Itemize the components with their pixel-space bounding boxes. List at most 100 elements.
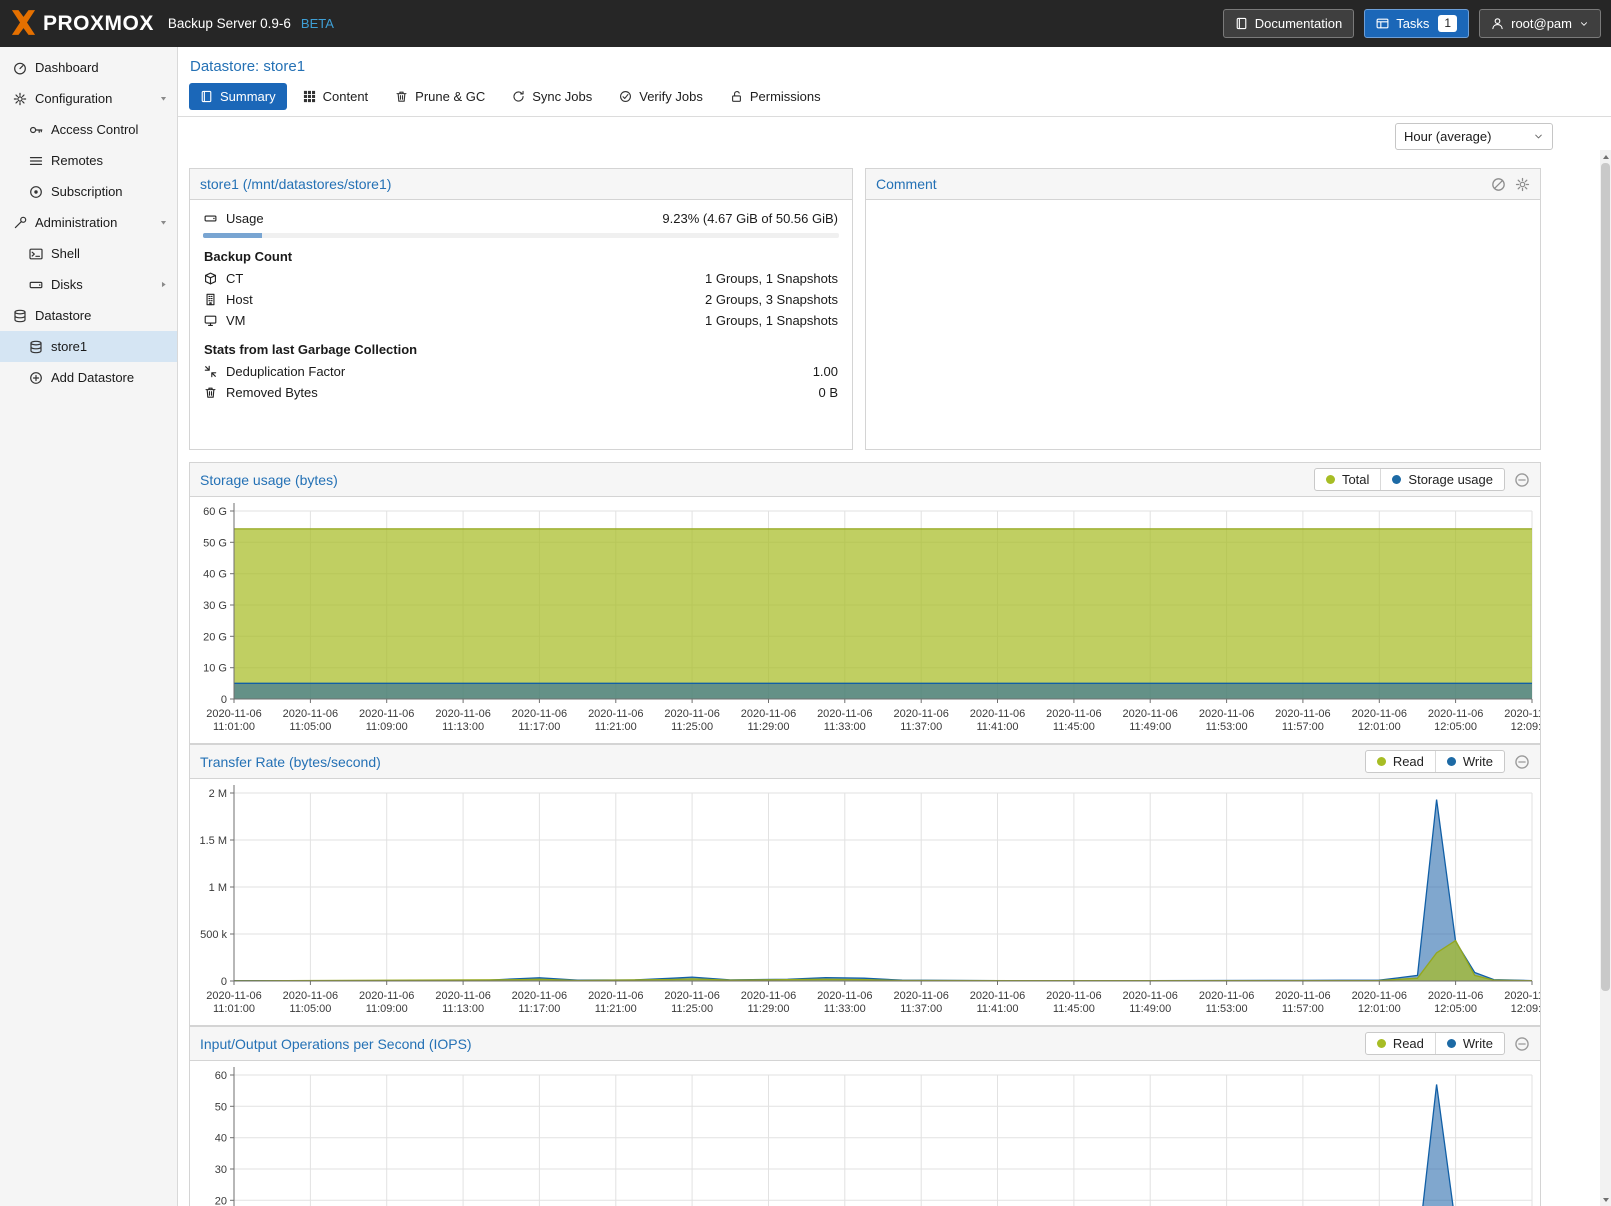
timeframe-select[interactable]: Hour (average) [1395,123,1553,150]
tab-summary[interactable]: Summary [189,83,287,110]
chevron-right-icon[interactable] [159,277,168,292]
usage-progress-fill [203,233,262,238]
svg-text:2020-11-06: 2020-11-06 [588,708,643,720]
svg-text:2020-11-06: 2020-11-06 [970,990,1025,1002]
collapse-icon[interactable] [1514,754,1530,770]
datastore-summary-panel: store1 (/mnt/datastores/store1) Usage9.2… [189,168,853,450]
sidebar-item-subscription[interactable]: Subscription [0,176,177,207]
svg-text:11:49:00: 11:49:00 [1129,721,1171,733]
svg-text:10 G: 10 G [203,663,227,675]
stat-value: 1 Groups, 1 Snapshots [705,313,838,328]
tab-content[interactable]: Content [292,83,380,110]
datastore-summary-body: Usage9.23% (4.67 GiB of 50.56 GiB)Backup… [190,200,852,449]
book-icon [1235,17,1248,30]
stat-value: 2 Groups, 3 Snapshots [705,292,838,307]
svg-text:11:49:00: 11:49:00 [1129,1003,1171,1015]
svg-text:11:09:00: 11:09:00 [366,721,408,733]
sidebar-item-add-datastore[interactable]: Add Datastore [0,362,177,393]
datastore-summary-panel-header: store1 (/mnt/datastores/store1) [190,169,852,200]
legend-label: Total [1342,472,1369,487]
tab-permissions[interactable]: Permissions [719,83,832,110]
sidebar-item-administration[interactable]: Administration [0,207,177,238]
svg-text:2020-11-06: 2020-11-06 [817,990,872,1002]
legend-total[interactable]: Total [1315,469,1380,490]
svg-text:11:17:00: 11:17:00 [518,1003,560,1015]
gear-icon[interactable] [1515,177,1530,192]
svg-text:2020-11-06: 2020-11-06 [1275,708,1330,720]
tab-prune-gc[interactable]: Prune & GC [384,83,496,110]
svg-text:12:05:00: 12:05:00 [1434,1003,1477,1015]
iops-chart-panel: Input/Output Operations per Second (IOPS… [189,1026,1541,1206]
main-area: Datastore: store1 SummaryContentPrune & … [178,47,1611,1206]
tab-label: Verify Jobs [639,89,703,104]
sidebar-list: Dashboard Configuration Access ControlRemo… [0,52,177,393]
legend-label: Storage usage [1408,472,1493,487]
trash-icon [204,386,217,399]
svg-text:11:21:00: 11:21:00 [595,721,637,733]
storage-usage-chart: 010 G20 G30 G40 G50 G60 G2020-11-0611:01… [190,497,1540,743]
svg-text:2020-11-06: 2020-11-06 [1122,990,1177,1002]
scroll-down-arrow[interactable] [1600,1193,1611,1206]
legend-label: Read [1393,1036,1424,1051]
svg-text:2020-11-06: 2020-11-06 [893,990,948,1002]
wrench-icon [13,216,27,230]
summary-stat-row: Deduplication Factor1.00 [203,361,839,382]
svg-text:12:05:00: 12:05:00 [1434,721,1477,733]
sidebar-item-label: store1 [51,339,87,354]
slash-circle-icon[interactable] [1491,177,1506,192]
svg-text:12:01:00: 12:01:00 [1358,1003,1401,1015]
comment-body[interactable] [866,200,1540,449]
sidebar-item-access-control[interactable]: Access Control [0,114,177,145]
scrollbar-thumb[interactable] [1601,163,1610,991]
legend-read[interactable]: Read [1366,1033,1435,1054]
summary-stat-row: Usage9.23% (4.67 GiB of 50.56 GiB) [203,208,839,229]
legend-dot [1447,757,1456,766]
chevron-down-icon[interactable] [159,91,168,106]
comment-panel-header: Comment [866,169,1540,200]
svg-text:30: 30 [215,1164,227,1176]
svg-text:11:33:00: 11:33:00 [824,721,866,733]
tasks-button[interactable]: Tasks 1 [1364,9,1469,38]
svg-text:0: 0 [221,976,227,988]
sidebar-item-configuration[interactable]: Configuration [0,83,177,114]
user-label: root@pam [1511,16,1572,31]
scroll-up-arrow[interactable] [1600,150,1611,163]
sidebar-item-datastore[interactable]: Datastore [0,300,177,331]
svg-text:500 k: 500 k [200,929,227,941]
chevron-down-icon [1533,131,1544,142]
sidebar-item-remotes[interactable]: Remotes [0,145,177,176]
permissions-icon [730,90,743,103]
chevron-down-icon[interactable] [159,215,168,230]
timeframe-value: Hour (average) [1404,129,1533,144]
sidebar-item-store1[interactable]: store1 [0,331,177,362]
storage-usage-chart-panel: Storage usage (bytes) TotalStorage usage… [189,462,1541,744]
tab-label: Sync Jobs [532,89,592,104]
sidebar-item-shell[interactable]: Shell [0,238,177,269]
sidebar-item-disks[interactable]: Disks [0,269,177,300]
svg-text:2020-11-06: 2020-11-06 [1199,990,1254,1002]
sidebar-item-label: Subscription [51,184,123,199]
svg-text:2020-11-06: 2020-11-06 [1275,990,1330,1002]
svg-text:2020-11-06: 2020-11-06 [1504,990,1540,1002]
tab-sync-jobs[interactable]: Sync Jobs [501,83,603,110]
beta-link[interactable]: BETA [301,16,334,31]
tab-verify-jobs[interactable]: Verify Jobs [608,83,714,110]
collapse-icon[interactable] [1514,472,1530,488]
svg-text:11:41:00: 11:41:00 [976,1003,1018,1015]
chart-panel-header: Transfer Rate (bytes/second) ReadWrite [190,745,1540,779]
vertical-scrollbar[interactable] [1600,150,1611,1206]
sidebar-item-label: Configuration [35,91,112,106]
sidebar-item-dashboard[interactable]: Dashboard [0,52,177,83]
sidebar-item-label: Disks [51,277,83,292]
user-menu-button[interactable]: root@pam [1479,9,1601,38]
svg-text:11:53:00: 11:53:00 [1206,721,1248,733]
legend-write[interactable]: Write [1435,1033,1504,1054]
collapse-icon[interactable] [1514,1036,1530,1052]
legend-write[interactable]: Write [1435,751,1504,772]
legend-storage-usage[interactable]: Storage usage [1380,469,1504,490]
legend-read[interactable]: Read [1366,751,1435,772]
documentation-button[interactable]: Documentation [1223,9,1354,38]
svg-text:2020-11-06: 2020-11-06 [359,990,414,1002]
svg-text:20 G: 20 G [203,631,227,643]
svg-text:2020-11-06: 2020-11-06 [741,990,796,1002]
